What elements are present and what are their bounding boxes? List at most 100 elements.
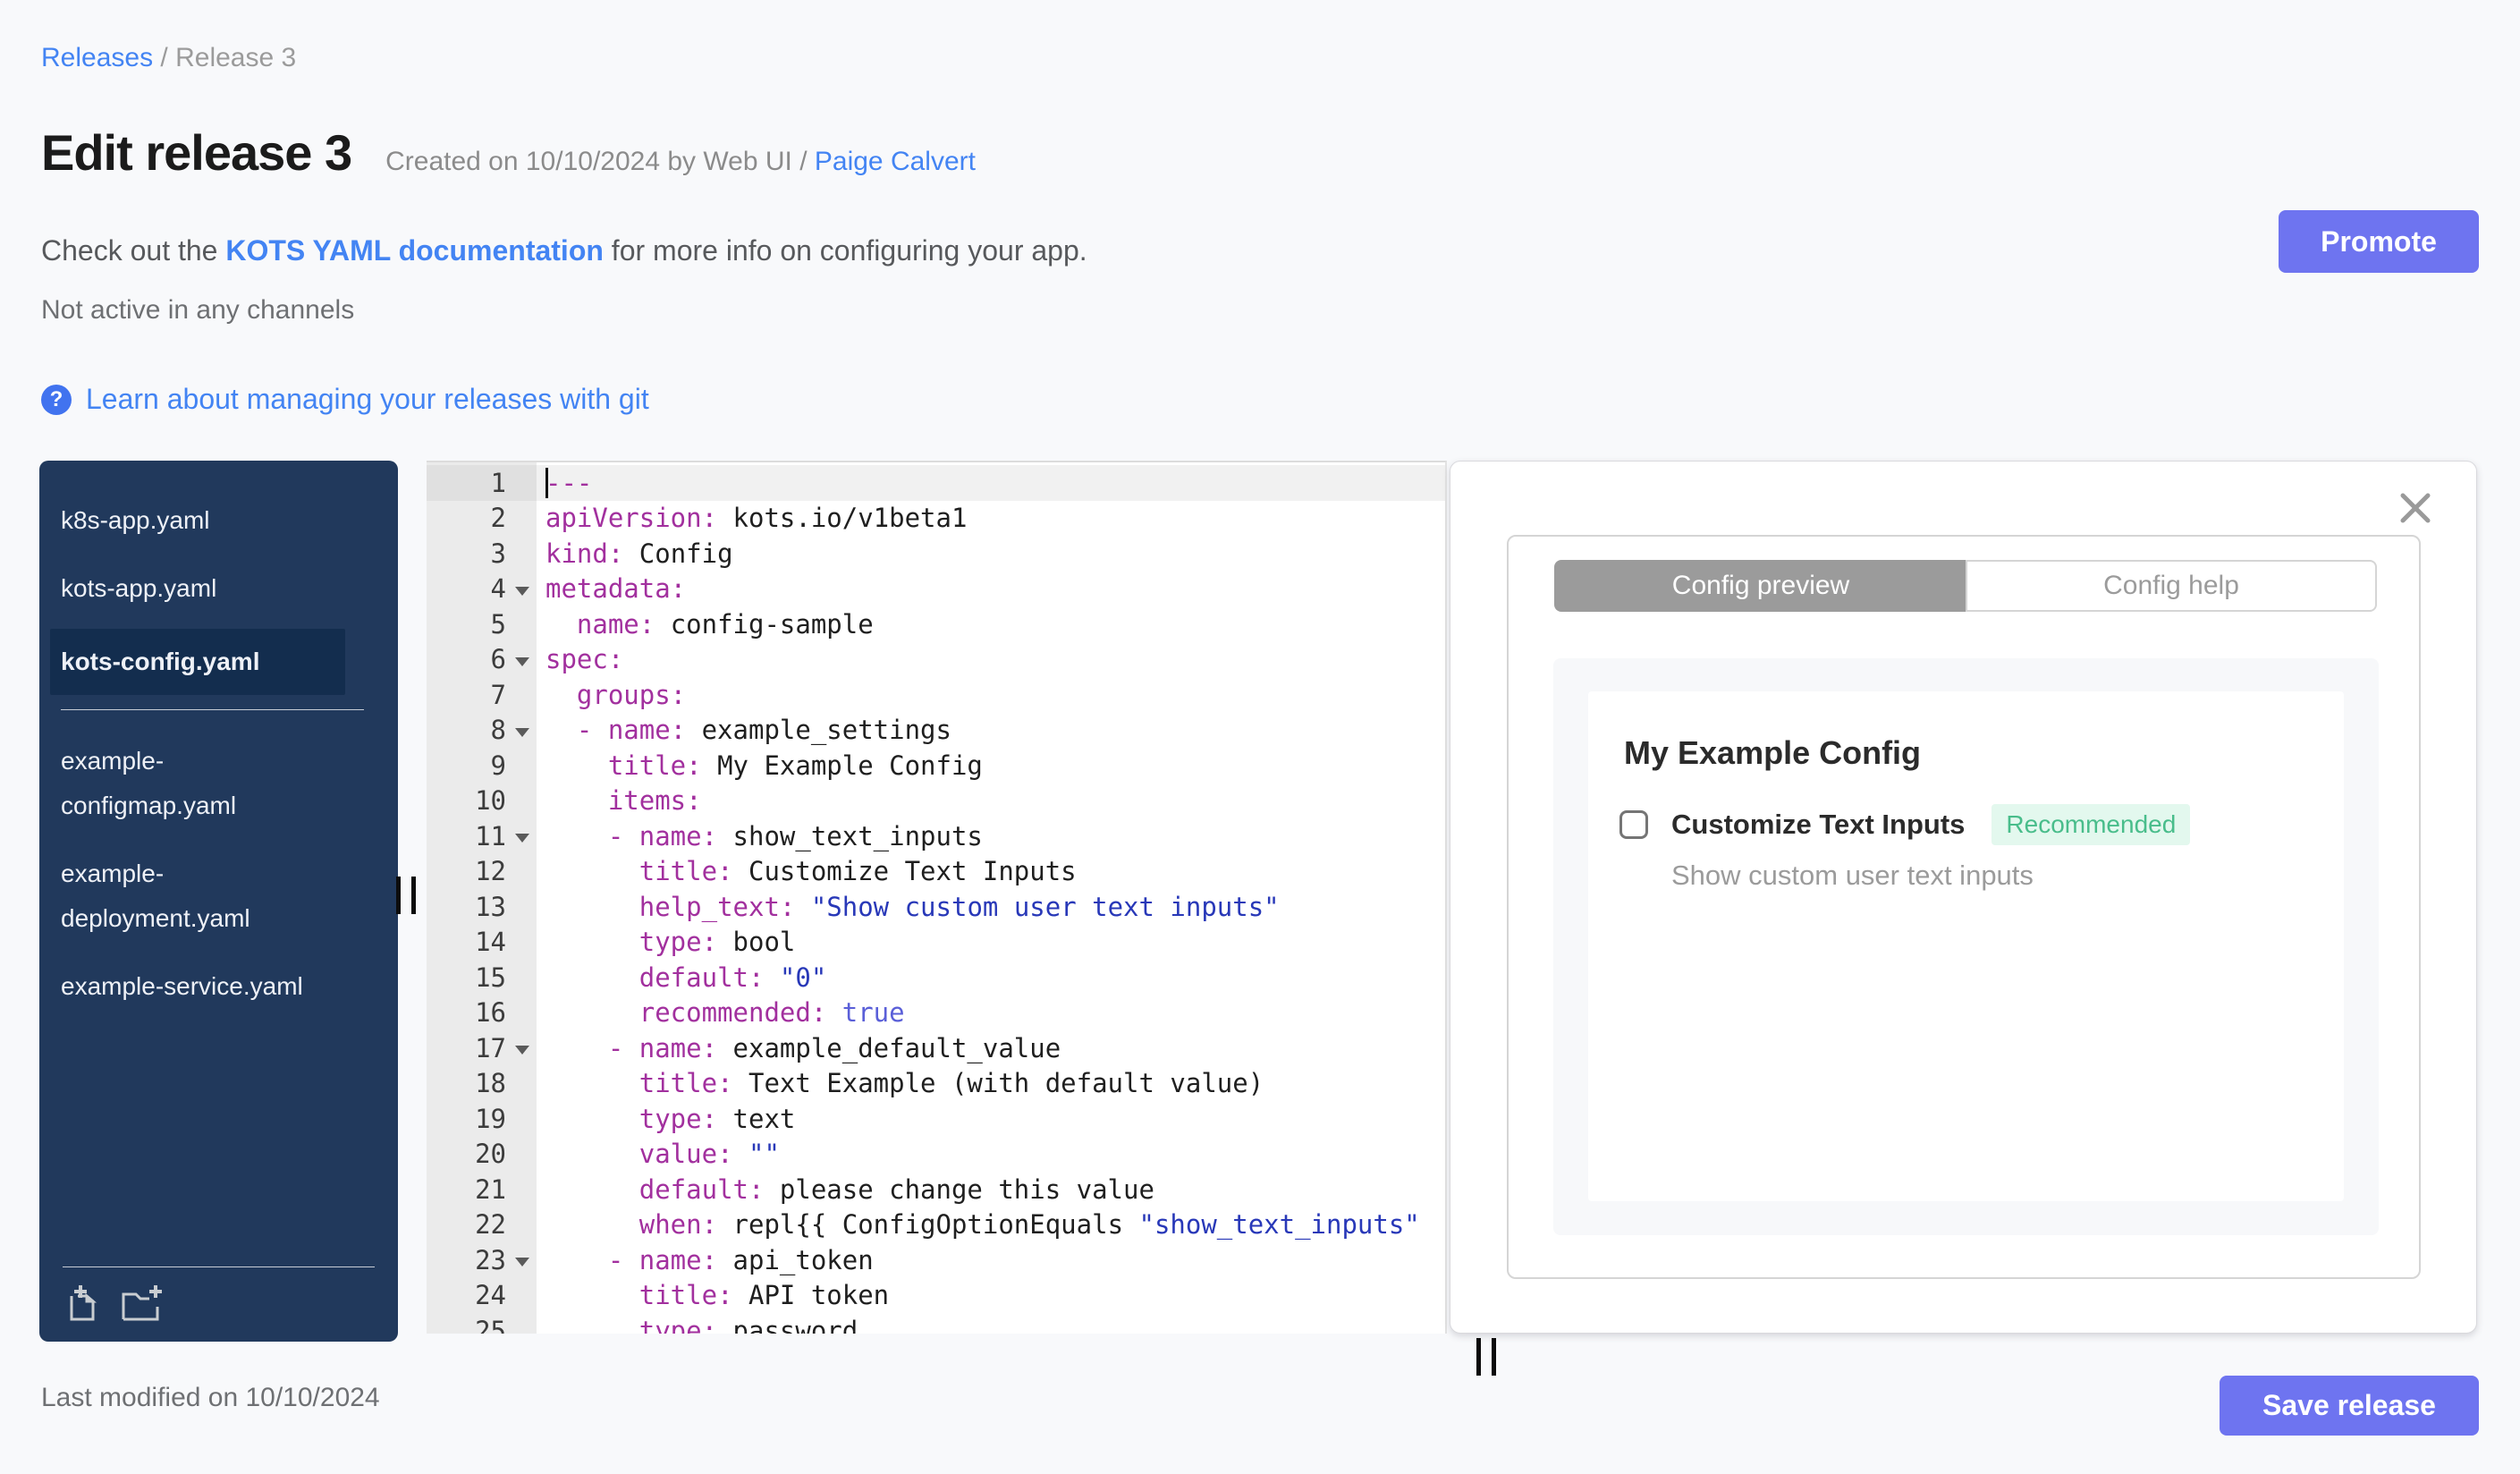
preview-tab-bar: Config preview Config help [1554,560,2377,612]
sidebar-resize-handle[interactable] [396,877,421,914]
code-line-text: kind: Config [545,538,733,569]
fold-arrow-icon[interactable] [515,586,529,596]
git-help-row: ? Learn about managing your releases wit… [41,383,649,416]
created-author-link[interactable]: Paige Calvert [815,147,976,176]
git-help-link[interactable]: Learn about managing your releases with … [86,383,649,416]
tab-config-help[interactable]: Config help [1966,560,2377,612]
line-number: 3 [490,538,506,569]
line-number: 5 [490,608,506,640]
code-line-text: value: "" [638,1139,780,1170]
code-line-text: help_text: "Show custom user text inputs… [638,891,1280,922]
code-line-12[interactable]: 12 title: Customize Text Inputs [427,854,1445,890]
docs-info-line: Check out the KOTS YAML documentation fo… [41,234,1087,267]
line-number: 17 [427,1030,537,1066]
customize-text-inputs-checkbox[interactable] [1619,810,1648,839]
code-line-15[interactable]: 15 default: "0" [427,960,1445,995]
code-line-17[interactable]: 17 - name: example_default_value [427,1030,1445,1066]
fold-arrow-icon[interactable] [515,727,529,737]
line-number: 15 [475,961,506,993]
question-mark-icon: ? [41,384,72,415]
file-list-divider [61,709,364,710]
line-number: 23 [427,1242,537,1278]
code-line-text: --- [545,467,593,498]
preview-inner-box: Config preview Config help My Example Con… [1507,535,2421,1279]
file-item-example-configmap.yaml[interactable]: example-configmap.yaml [50,733,345,834]
new-folder-button[interactable] [120,1283,165,1326]
code-line-7[interactable]: 7 groups: [427,677,1445,713]
code-line-22[interactable]: 22 when: repl{{ ConfigOptionEquals "show… [427,1207,1445,1243]
code-line-10[interactable]: 10 items: [427,784,1445,819]
promote-button[interactable]: Promote [2279,210,2479,273]
line-number: 6 [427,642,537,678]
code-line-text: apiVersion: kots.io/v1beta1 [545,503,968,534]
code-line-21[interactable]: 21 default: please change this value [427,1172,1445,1207]
line-number: 14 [475,927,506,958]
code-line-text: title: API token [638,1280,890,1311]
file-item-example-service.yaml[interactable]: example-service.yaml [50,959,345,1014]
close-icon [2396,488,2439,528]
code-line-5[interactable]: 5 name: config-sample [427,606,1445,642]
new-folder-icon [120,1285,165,1326]
code-line-16[interactable]: 16 recommended: true [427,995,1445,1031]
fold-arrow-icon[interactable] [515,1046,529,1055]
code-line-text: recommended: true [638,997,905,1029]
code-line-text: type: bool [638,927,796,958]
new-file-icon [63,1285,102,1326]
line-number: 4 [427,572,537,607]
code-line-19[interactable]: 19 type: text [427,1101,1445,1137]
code-line-13[interactable]: 13 help_text: "Show custom user text inp… [427,889,1445,925]
code-line-11[interactable]: 11 - name: show_text_inputs [427,818,1445,854]
config-group-title: My Example Config [1624,734,1922,771]
channel-status: Not active in any channels [41,295,355,325]
breadcrumb: Releases / Release 3 [41,43,296,73]
code-line-text: spec: [545,644,624,675]
code-line-3[interactable]: 3 kind: Config [427,536,1445,572]
code-line-20[interactable]: 20 value: "" [427,1137,1445,1173]
file-item-example-deployment.yaml[interactable]: example-deployment.yaml [50,846,345,946]
line-number: 19 [475,1103,506,1134]
code-line-1[interactable]: 1 --- [427,465,1445,501]
new-file-button[interactable] [63,1283,102,1326]
line-number: 2 [490,503,506,534]
tab-config-preview[interactable]: Config preview [1554,560,1966,612]
file-list: k8s-app.yaml kots-app.yaml kots-config.yam… [39,493,398,1014]
file-item-k8s-app.yaml[interactable]: k8s-app.yaml [50,493,345,548]
config-preview-card: My Example Config Customize Text Inputs … [1588,691,2344,1201]
recommended-badge: Recommended [1991,804,2191,845]
code-line-25[interactable]: 25 type: password [427,1313,1445,1334]
code-line-text: - name: example_settings [576,715,951,746]
code-line-14[interactable]: 14 type: bool [427,925,1445,961]
code-line-6[interactable]: 6 spec: [427,642,1445,678]
close-panel-button[interactable] [2396,487,2439,529]
code-line-18[interactable]: 18 title: Text Example (with default val… [427,1066,1445,1102]
fold-arrow-icon[interactable] [515,657,529,666]
code-line-text: type: password [638,1315,858,1334]
file-item-kots-app.yaml[interactable]: kots-app.yaml [50,561,345,616]
line-number: 12 [475,856,506,887]
code-line-9[interactable]: 9 title: My Example Config [427,748,1445,784]
code-line-2[interactable]: 2 apiVersion: kots.io/v1beta1 [427,501,1445,537]
save-release-button[interactable]: Save release [2220,1376,2479,1436]
kots-yaml-docs-link[interactable]: KOTS YAML documentation [225,234,604,267]
config-item-help-text: Show custom user text inputs [1671,860,2034,891]
fold-arrow-icon[interactable] [515,834,529,843]
page-title: Edit release 3 [41,124,352,181]
code-line-text: - name: api_token [607,1244,874,1275]
sidebar-actions [63,1283,375,1326]
panel-resize-handle[interactable] [1476,1338,1501,1376]
code-line-24[interactable]: 24 title: API token [427,1278,1445,1314]
code-line-4[interactable]: 4 metadata: [427,572,1445,607]
fold-arrow-icon[interactable] [515,1258,529,1266]
yaml-code-editor[interactable]: 1 --- 2 apiVersion: kots.io/v1beta1 3 kind: C… [427,461,1447,1334]
sidebar-bottom-divider [63,1266,375,1267]
line-number: 10 [475,785,506,817]
sidebar-bottom [39,1266,398,1342]
code-line-8[interactable]: 8 - name: example_settings [427,713,1445,749]
line-number: 21 [475,1173,506,1205]
line-number: 20 [475,1139,506,1170]
breadcrumb-releases-link[interactable]: Releases [41,43,153,72]
code-line-23[interactable]: 23 - name: api_token [427,1242,1445,1278]
code-line-text: metadata: [545,573,687,605]
file-item-kots-config.yaml[interactable]: kots-config.yaml [50,629,345,695]
code-line-text: default: please change this value [638,1173,1154,1205]
